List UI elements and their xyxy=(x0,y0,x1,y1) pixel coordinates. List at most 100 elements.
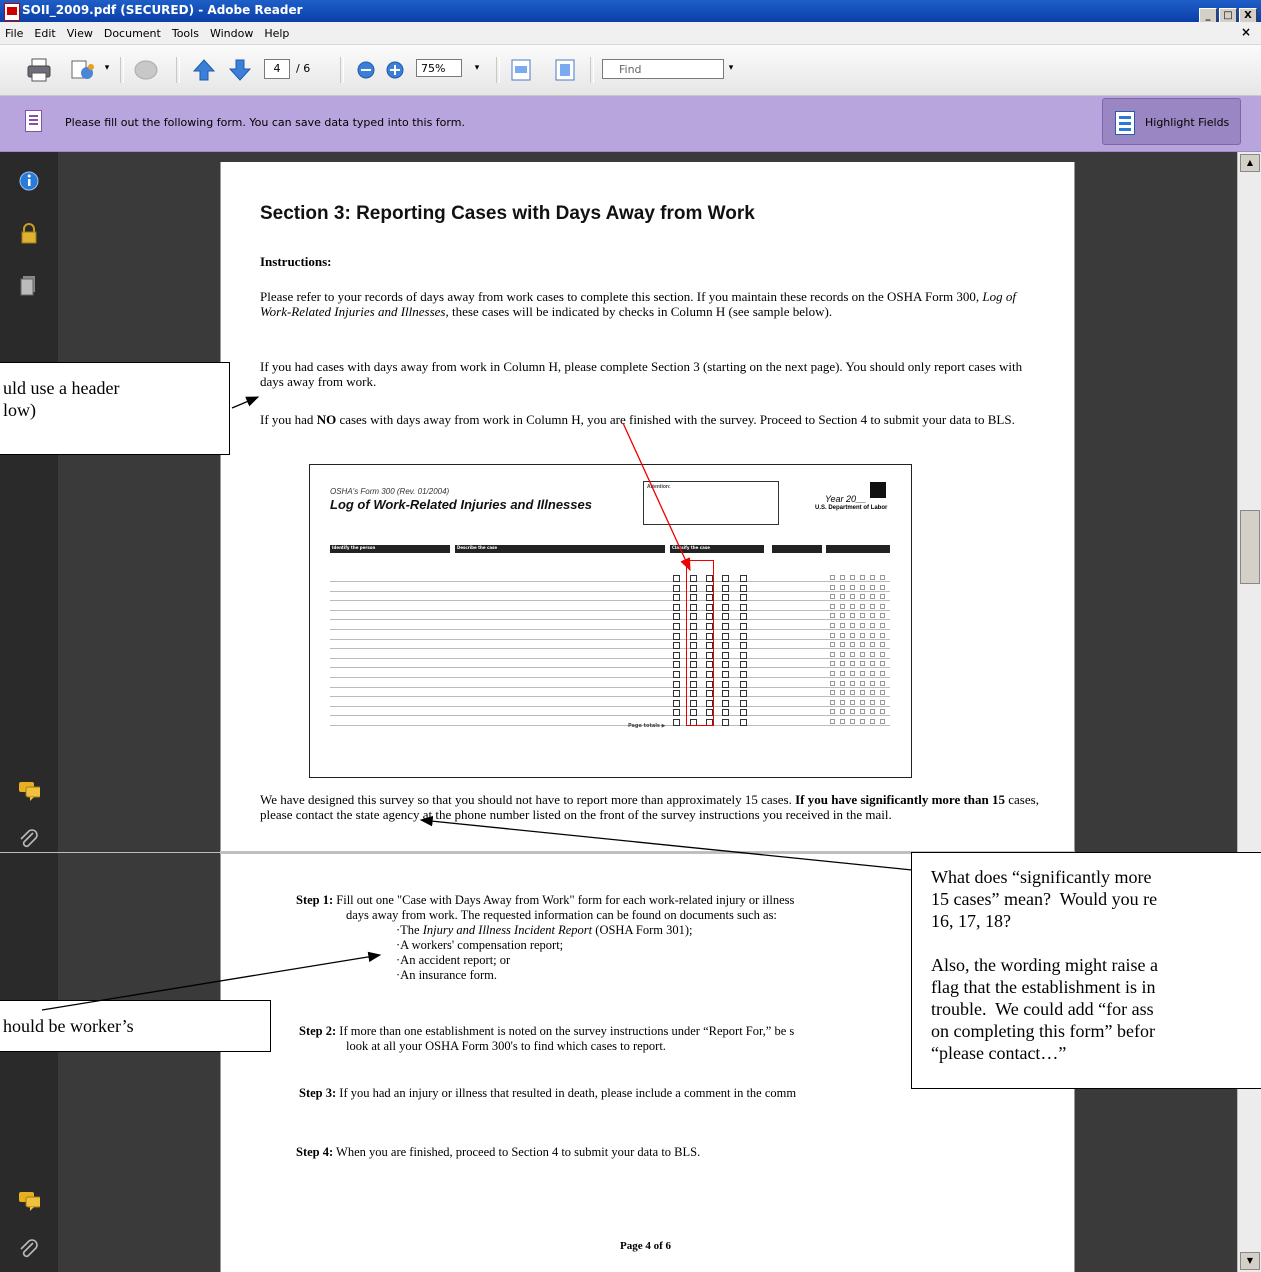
osha-checkbox xyxy=(860,709,865,715)
osha-checkbox xyxy=(870,584,875,590)
osha-checkbox xyxy=(830,613,835,619)
instructions-paragraph-2: If you had cases with days away from wor… xyxy=(260,359,1023,389)
osha-describe-label: Describe the case xyxy=(457,545,498,550)
osha-checkbox xyxy=(860,690,865,696)
menu-tools[interactable]: Tools xyxy=(167,23,205,40)
close-document-button[interactable]: × xyxy=(1241,25,1251,39)
osha-checkbox xyxy=(830,632,835,638)
menu-view[interactable]: View xyxy=(62,23,99,40)
osha-classify-label: Classify the case xyxy=(672,545,710,550)
osha-checkbox xyxy=(850,671,855,676)
osha-checkbox xyxy=(722,642,729,650)
menu-edit[interactable]: Edit xyxy=(29,23,61,40)
osha-checkbox xyxy=(860,613,865,619)
osha-checkbox xyxy=(880,709,885,715)
osha-checkbox xyxy=(722,632,729,640)
osha-checkbox xyxy=(740,699,747,707)
step-1-list-item-2: ·A workers' compensation report; xyxy=(396,938,564,952)
collaborate-icon[interactable] xyxy=(70,58,98,82)
comment-header-callout[interactable]: uld use a header low) xyxy=(0,362,230,455)
osha-checkbox xyxy=(830,642,835,648)
highlight-fields-label: Highlight Fields xyxy=(1145,116,1230,129)
osha-checkbox xyxy=(840,699,845,705)
comment-significantly-callout[interactable]: What does “significantly more 15 cases” … xyxy=(911,852,1261,1089)
menu-document[interactable]: Document xyxy=(99,23,167,40)
osha-checkbox xyxy=(840,623,845,628)
page-number-input[interactable]: 4 xyxy=(264,59,290,79)
scroll-up-icon[interactable]: ▲ xyxy=(1240,154,1260,172)
osha-row-line xyxy=(330,667,890,669)
zoom-out-icon[interactable] xyxy=(355,58,377,82)
chevron-down-icon[interactable]: ▾ xyxy=(724,59,738,77)
osha-row-line xyxy=(330,725,890,726)
comment-worker-callout[interactable]: hould be worker’s xyxy=(0,1000,271,1052)
osha-checkbox xyxy=(830,603,835,609)
osha-checkbox xyxy=(740,690,747,698)
osha-checkbox xyxy=(840,719,845,724)
fit-width-icon[interactable] xyxy=(510,58,532,82)
osha-checkbox xyxy=(673,632,680,640)
lock-icon[interactable] xyxy=(18,222,40,244)
osha-checkbox xyxy=(830,699,835,705)
comments-icon[interactable] xyxy=(18,780,40,802)
scroll-thumb[interactable] xyxy=(1240,510,1260,584)
zoom-in-icon[interactable] xyxy=(384,58,406,82)
navigation-pane xyxy=(0,152,58,1272)
menu-window[interactable]: Window xyxy=(205,23,259,40)
fit-page-icon[interactable] xyxy=(554,58,576,82)
arrow-up-icon[interactable] xyxy=(192,58,216,82)
osha-checkbox xyxy=(830,661,835,667)
instructions-paragraph-4: We have designed this survey so that you… xyxy=(260,792,1039,822)
osha-row-line xyxy=(330,638,890,640)
osha-checkbox xyxy=(740,623,747,630)
print-icon[interactable] xyxy=(26,58,52,82)
attachment-icon[interactable] xyxy=(18,828,40,850)
info-icon[interactable] xyxy=(18,170,40,192)
toolbar-divider xyxy=(120,57,124,83)
osha-checkbox xyxy=(722,680,729,688)
form-message-bar: Please fill out the following form. You … xyxy=(0,96,1261,152)
osha-checkbox xyxy=(880,690,885,696)
hand-tool-icon[interactable] xyxy=(132,58,160,82)
vertical-scrollbar[interactable]: ▲ ▼ xyxy=(1237,152,1261,1272)
document-margin-right xyxy=(1075,152,1237,1272)
comments-icon[interactable] xyxy=(18,1190,40,1212)
attachment-icon[interactable] xyxy=(18,1238,40,1260)
osha-checkbox xyxy=(880,632,885,638)
pages-icon[interactable] xyxy=(18,274,40,296)
osha-checkbox xyxy=(880,594,885,600)
osha-seal-logo xyxy=(870,482,886,498)
osha-checkbox xyxy=(673,671,680,678)
arrow-down-icon[interactable] xyxy=(228,58,252,82)
highlight-fields-button[interactable]: Highlight Fields xyxy=(1102,98,1241,145)
chevron-down-icon[interactable]: ▾ xyxy=(470,59,484,77)
osha-checkbox xyxy=(740,632,747,640)
step-4: Step 4: When you are finished, proceed t… xyxy=(296,1145,701,1159)
menu-file[interactable]: File xyxy=(0,23,29,40)
scroll-down-icon[interactable]: ▼ xyxy=(1240,1252,1260,1270)
osha-checkbox xyxy=(673,642,680,650)
osha-checkbox xyxy=(740,661,747,669)
menu-bar: File Edit View Document Tools Window Help × xyxy=(0,22,1261,45)
osha-checkbox xyxy=(870,680,875,686)
osha-form-300-sample: OSHA's Form 300 (Rev. 01/2004) Log of Wo… xyxy=(309,464,912,778)
osha-checkbox xyxy=(830,623,835,628)
menu-help[interactable]: Help xyxy=(259,23,295,40)
find-input[interactable]: Find xyxy=(602,59,724,79)
osha-checkbox xyxy=(830,709,835,715)
osha-checkbox xyxy=(740,613,747,621)
osha-checkbox xyxy=(740,709,747,717)
osha-checkbox xyxy=(860,651,865,657)
chevron-down-icon[interactable]: ▾ xyxy=(100,59,114,77)
zoom-level-select[interactable]: 75% xyxy=(416,59,462,77)
osha-checkbox xyxy=(840,613,845,619)
osha-checkbox xyxy=(740,603,747,611)
osha-checkbox xyxy=(673,575,680,582)
step-2-continued: look at all your OSHA Form 300's to find… xyxy=(346,1039,666,1053)
osha-checkbox xyxy=(880,661,885,667)
page-footer: Page 4 of 6 xyxy=(620,1240,672,1252)
osha-checkbox xyxy=(722,709,729,717)
osha-checkbox xyxy=(860,671,865,676)
osha-checkbox xyxy=(840,690,845,696)
osha-checkbox xyxy=(673,690,680,698)
